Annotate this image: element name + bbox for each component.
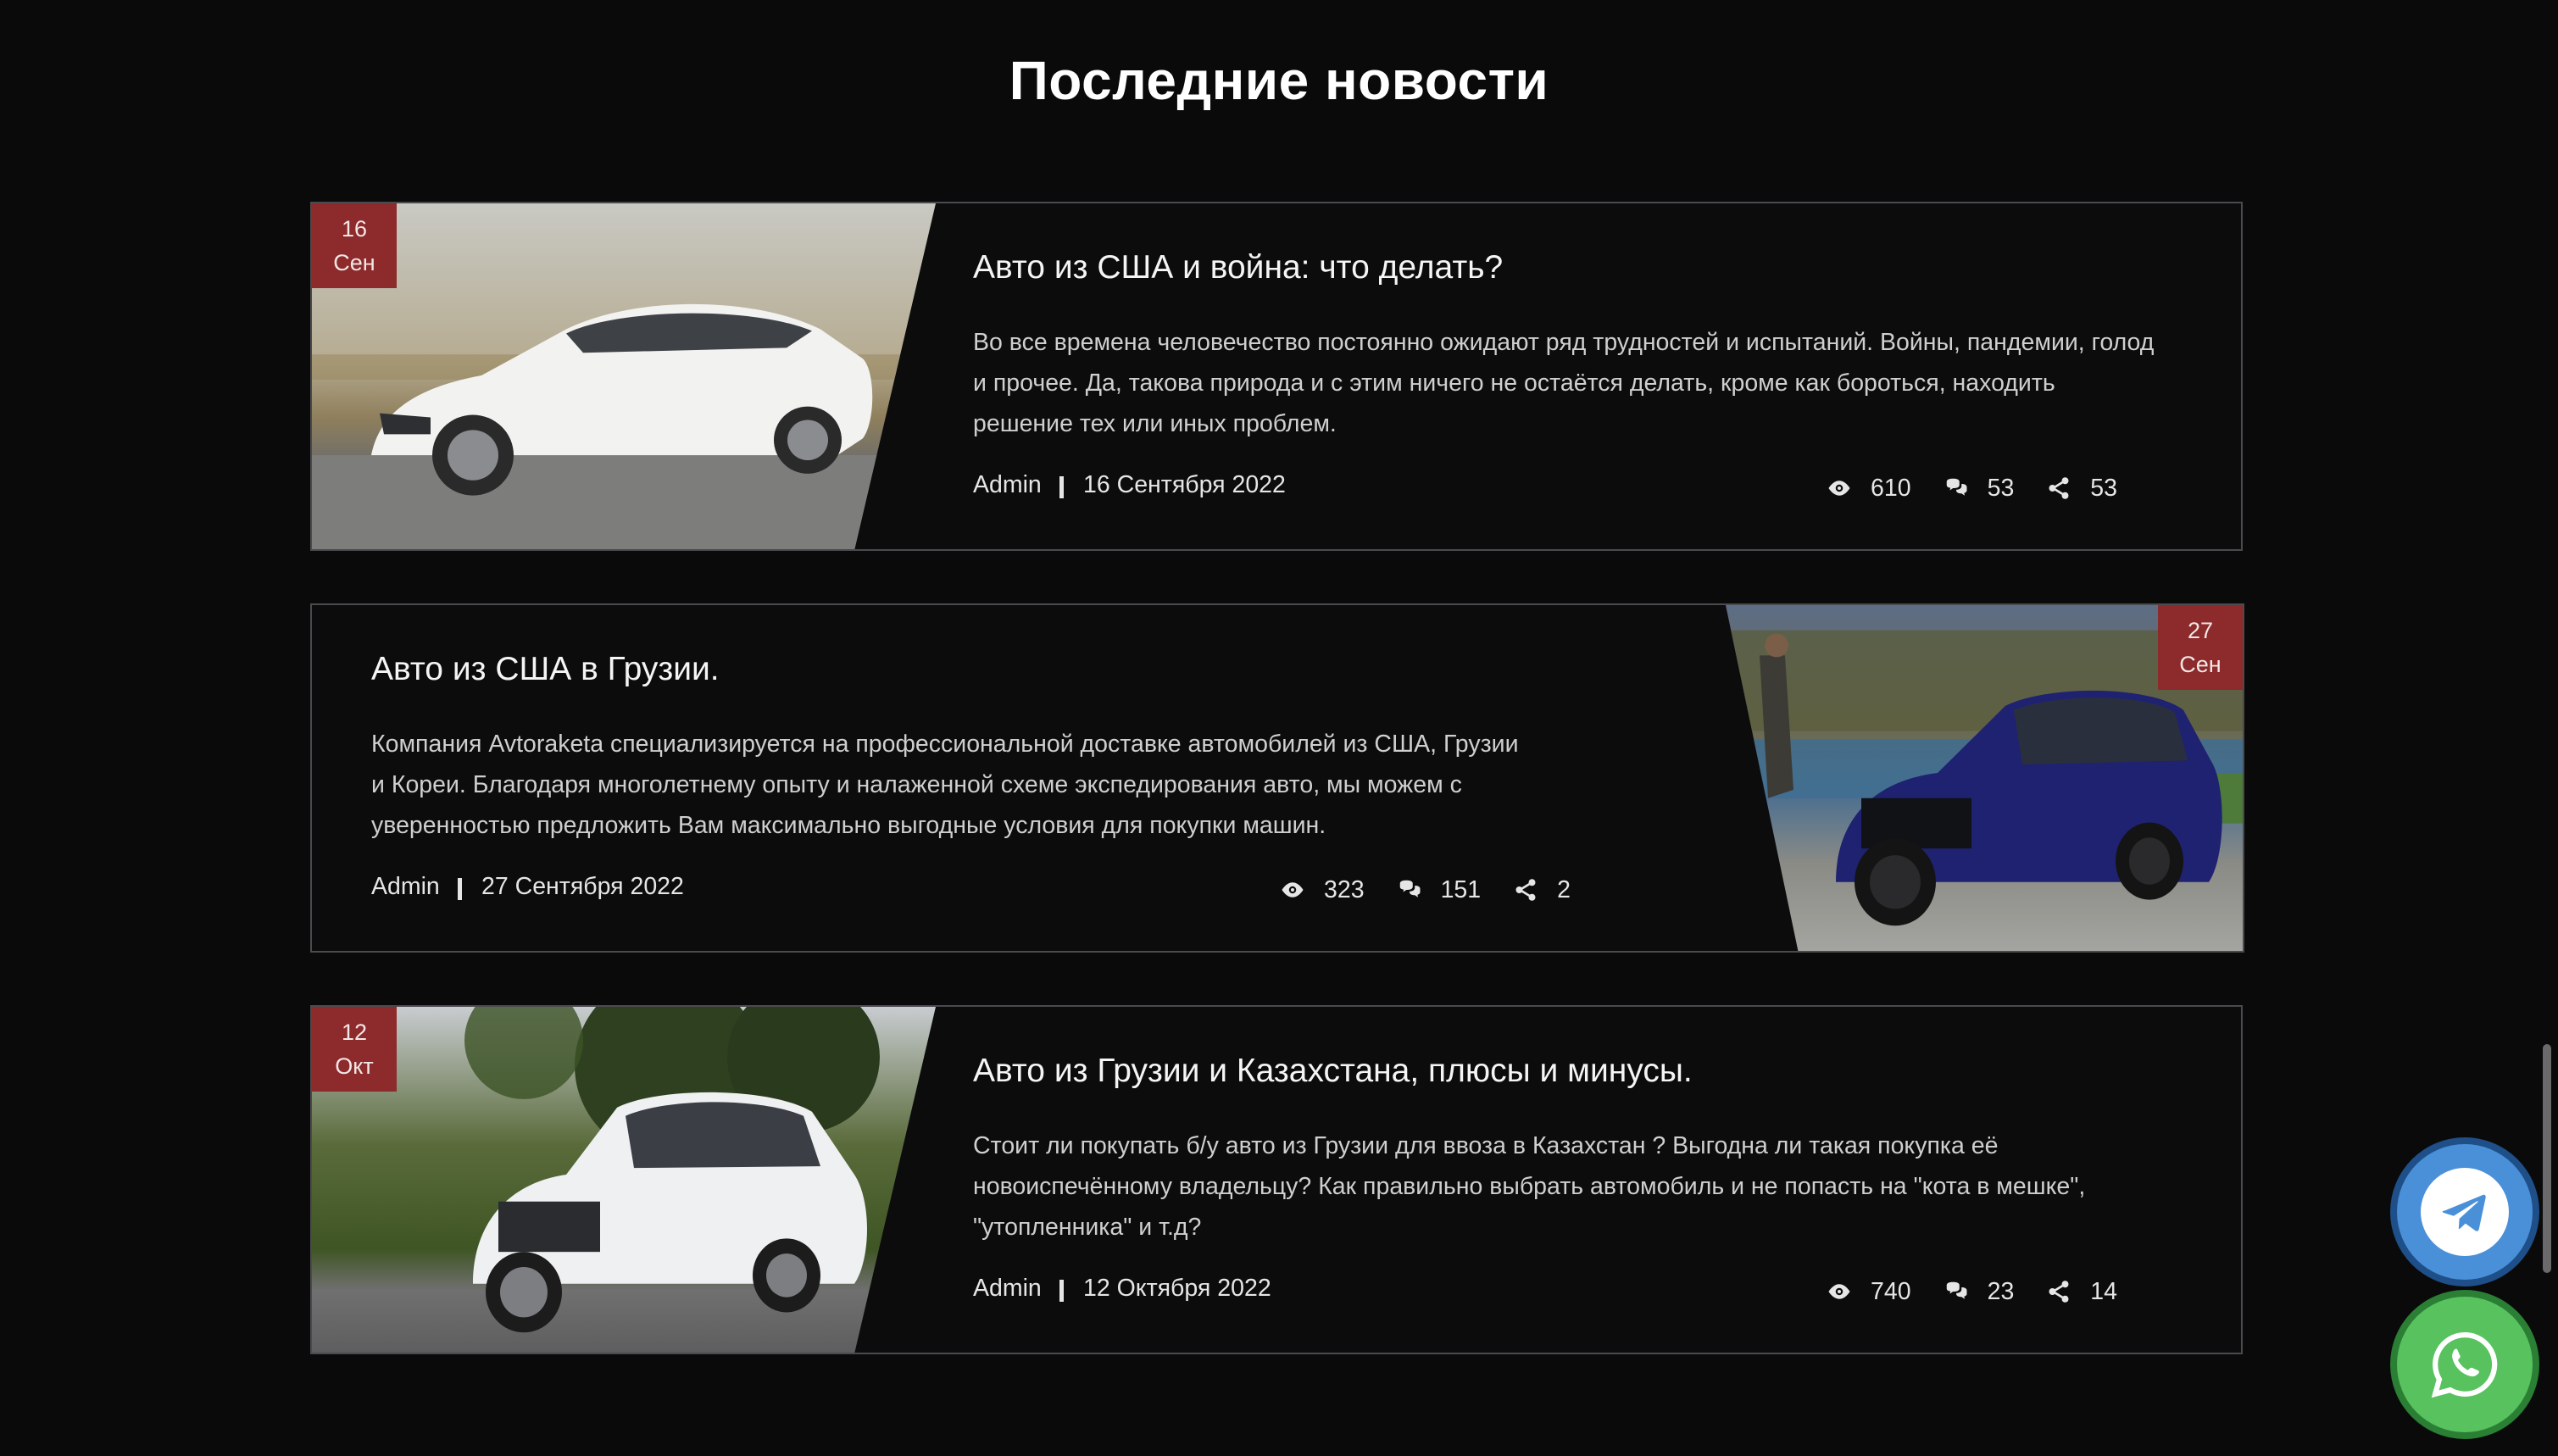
comments-stat[interactable]: 23	[1944, 1277, 2015, 1306]
badge-day: 27	[2187, 618, 2214, 643]
post-date: 27 Сентября 2022	[481, 873, 684, 900]
shares-stat[interactable]: 53	[2046, 475, 2117, 503]
post-image[interactable]	[312, 203, 936, 549]
post-image[interactable]	[312, 1007, 936, 1353]
views-stat: 610	[1827, 475, 1911, 503]
section-title: Последние новости	[1009, 50, 1549, 111]
news-card[interactable]: 27 Сен Авто из США в Грузии. Компания Av…	[310, 603, 2244, 953]
page: Последние новости 16 Сен Авто из США и в…	[0, 0, 2558, 1456]
comments-icon	[1944, 475, 1969, 501]
scrollbar-thumb[interactable]	[2543, 1044, 2551, 1273]
badge-month: Сен	[2179, 652, 2222, 677]
post-meta: Admin 12 Октября 2022 740 23 14	[973, 1275, 2194, 1309]
eye-icon	[1280, 877, 1305, 903]
telegram-button[interactable]	[2397, 1144, 2533, 1280]
views-count: 610	[1871, 474, 1911, 502]
share-icon	[2046, 475, 2071, 501]
shares-count: 53	[2090, 474, 2117, 502]
post-stats: 323 151 2	[1280, 873, 1610, 907]
post-meta: Admin 16 Сентября 2022 610 53 53	[973, 471, 2194, 505]
post-title[interactable]: Авто из Грузии и Казахстана, плюсы и мин…	[973, 1053, 1693, 1090]
news-card[interactable]: 16 Сен Авто из США и война: что делать? …	[310, 202, 2243, 551]
shares-stat[interactable]: 14	[2046, 1278, 2117, 1306]
post-stats: 740 23 14	[1794, 1275, 2117, 1309]
post-date: 16 Сентября 2022	[1083, 471, 1286, 498]
post-stats: 610 53 53	[1794, 471, 2117, 505]
post-meta: Admin 27 Сентября 2022 323 151 2	[371, 873, 1575, 907]
badge-day: 16	[341, 216, 368, 242]
eye-icon	[1827, 475, 1852, 501]
share-icon	[1513, 877, 1538, 903]
whatsapp-button[interactable]	[2397, 1297, 2533, 1432]
news-card[interactable]: 12 Окт Авто из Грузии и Казахстана, плюс…	[310, 1005, 2243, 1354]
badge-month: Сен	[333, 250, 375, 275]
post-date: 12 Октября 2022	[1083, 1275, 1271, 1302]
comments-count: 23	[1987, 1277, 2015, 1305]
views-count: 323	[1324, 875, 1365, 903]
shares-stat[interactable]: 2	[1513, 876, 1571, 904]
views-stat: 740	[1827, 1278, 1911, 1306]
meta-divider	[1059, 1280, 1064, 1302]
post-title[interactable]: Авто из США и война: что делать?	[973, 249, 1503, 286]
eye-icon	[1827, 1279, 1852, 1304]
comments-stat[interactable]: 151	[1397, 875, 1482, 904]
whatsapp-icon	[2421, 1320, 2509, 1409]
comments-stat[interactable]: 53	[1944, 474, 2015, 503]
post-author[interactable]: Admin	[973, 471, 1042, 499]
telegram-icon	[2421, 1168, 2509, 1256]
badge-day: 12	[341, 1020, 368, 1045]
meta-divider	[458, 878, 462, 900]
post-author[interactable]: Admin	[973, 1275, 1042, 1303]
comments-icon	[1944, 1279, 1969, 1304]
shares-count: 14	[2090, 1277, 2117, 1305]
comments-count: 53	[1987, 474, 2015, 502]
date-badge: 12 Окт	[312, 1007, 397, 1092]
comments-count: 151	[1440, 875, 1482, 903]
post-title[interactable]: Авто из США в Грузии.	[371, 651, 720, 688]
views-count: 740	[1871, 1277, 1911, 1305]
meta-divider	[1059, 476, 1064, 498]
badge-month: Окт	[335, 1053, 374, 1079]
post-content: Авто из США и война: что делать? Во все …	[973, 203, 2194, 549]
post-excerpt: Компания Avtoraketa специализируется на …	[371, 731, 1519, 839]
comments-icon	[1397, 877, 1422, 903]
share-icon	[2046, 1279, 2071, 1304]
date-badge: 16 Сен	[312, 203, 397, 288]
post-excerpt: Во все времена человечество постоянно ож…	[973, 329, 2155, 437]
shares-count: 2	[1557, 875, 1571, 903]
views-stat: 323	[1280, 876, 1365, 904]
post-author[interactable]: Admin	[371, 873, 440, 901]
post-content: Авто из Грузии и Казахстана, плюсы и мин…	[973, 1007, 2194, 1353]
post-excerpt: Стоит ли покупать б/у авто из Грузии для…	[973, 1132, 2086, 1241]
date-badge: 27 Сен	[2158, 605, 2243, 690]
post-content: Авто из США в Грузии. Компания Avtoraket…	[371, 605, 1575, 951]
